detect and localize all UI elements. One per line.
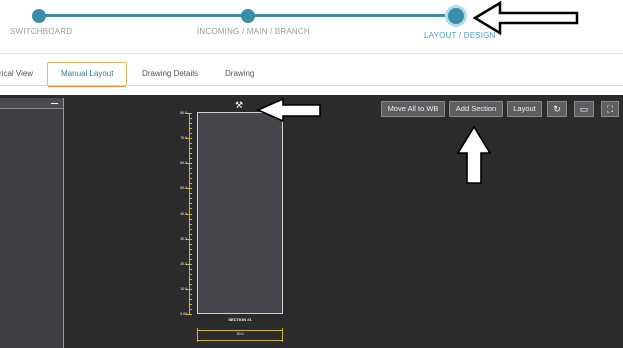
step-dot-switchboard[interactable] [32,9,46,23]
divider [0,53,623,54]
step-connector [39,14,248,17]
ruler-tick [189,309,192,310]
refresh-icon[interactable]: ↻ [547,101,567,117]
ruler-tick [189,208,192,209]
step-dot-incoming[interactable] [241,9,255,23]
section-label: SECTION #1 [228,317,252,322]
section-block[interactable] [197,112,283,314]
ruler-label: 70.0 [180,136,187,140]
ruler-tick [189,269,192,270]
ruler-tick [189,234,192,235]
ruler-tick [189,178,192,179]
add-section-button[interactable]: Add Section [449,101,503,117]
step-dot-layout[interactable] [448,8,464,24]
ruler-tick [189,259,192,260]
step-label-switchboard[interactable]: SWITCHBOARD [10,27,72,36]
tab-manual-layout[interactable]: Manual Layout [47,62,128,87]
tab-bar: rical View Manual Layout Drawing Details… [0,58,623,88]
ruler-tick [189,158,192,159]
ruler-tick [189,173,192,174]
ruler-tick [189,183,192,184]
ruler-tick [189,274,192,275]
tab-drawing[interactable]: Drawing [225,63,254,85]
ruler-tick [189,284,192,285]
tab-drawing-details[interactable]: Drawing Details [142,63,198,85]
divider [0,85,623,86]
changes-label: CHANGES [285,106,319,113]
ruler-label: 50.0 [180,186,187,190]
step-label-incoming[interactable]: INCOMING / MAIN / BRANCH [197,27,310,36]
step-label-layout[interactable]: LAYOUT / DESIGN [424,31,496,40]
wrench-icon[interactable]: ⚒ [235,100,243,111]
width-dimension: 30.0 [197,328,283,342]
tab-electrical-view[interactable]: rical View [0,63,33,85]
ruler-tick [189,203,192,204]
ruler-tick [189,133,192,134]
dimension-line [197,340,283,341]
ruler-tick [189,244,192,245]
left-panel [0,98,64,348]
fullscreen-icon[interactable]: ⛶ [601,101,619,117]
ruler-label: 0.00 [180,312,187,316]
ruler-tick [189,118,192,119]
ruler-tick [189,219,192,220]
ruler-tick [189,294,192,295]
ruler-tick [189,153,192,154]
dimension-line [197,330,283,331]
ruler-label: 80.0 [180,111,187,115]
ruler-tick [189,254,192,255]
ruler-tick [189,299,192,300]
ruler-tick [189,168,192,169]
minimize-icon[interactable] [51,103,58,104]
ruler-tick [189,224,192,225]
ruler-tick [189,123,192,124]
ruler-tick [189,148,192,149]
ruler-label: 20.0 [180,262,187,266]
ruler-tick [189,193,192,194]
window-icon[interactable]: ▭ [574,101,594,117]
move-all-to-wb-button[interactable]: Move All to WB [381,101,445,117]
ruler-tick [189,304,192,305]
ruler-tick [189,143,192,144]
ruler-tick [189,128,192,129]
ruler-label: 40.0 [180,212,187,216]
left-panel-header [0,98,63,109]
ruler-tick [189,229,192,230]
layout-canvas[interactable]: ⚒ 80.0 70.0 60.0 50.0 40.0 30.0 20.0 10.0 0.00 S… [0,95,623,348]
ruler-tick [189,279,192,280]
layout-button[interactable]: Layout [507,101,542,117]
ruler-tick [189,249,192,250]
ruler-label: 10.0 [180,287,187,291]
ruler-label: 30.0 [180,237,187,241]
step-connector [248,14,456,17]
ruler-label: 60.0 [180,161,187,165]
vertical-ruler: 80.0 70.0 60.0 50.0 40.0 30.0 20.0 10.0 0.00 [180,111,192,316]
width-label: 30.0 [236,332,244,336]
ruler-tick [189,198,192,199]
progress-stepper: SWITCHBOARD INCOMING / MAIN / BRANCH LAY… [0,0,623,54]
